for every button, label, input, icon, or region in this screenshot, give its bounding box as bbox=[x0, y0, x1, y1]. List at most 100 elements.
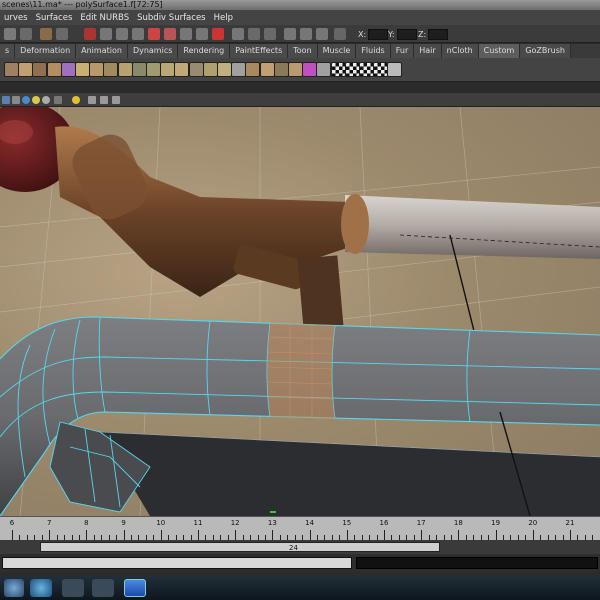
transform-icon[interactable] bbox=[334, 28, 346, 40]
shelf-tab-9[interactable]: Fur bbox=[390, 44, 415, 58]
start-icon[interactable] bbox=[4, 579, 24, 597]
ik-icon[interactable] bbox=[245, 62, 261, 77]
shelf-tab-6[interactable]: Toon bbox=[288, 44, 318, 58]
shelf-tab-1[interactable]: Deformation bbox=[15, 44, 77, 58]
shelf-tab-2[interactable]: Animation bbox=[76, 44, 128, 58]
checker-icon[interactable] bbox=[330, 62, 346, 77]
grid-toggle-icon[interactable] bbox=[112, 96, 120, 104]
camera-icon[interactable] bbox=[2, 96, 10, 104]
checker-icon[interactable] bbox=[359, 62, 374, 77]
default-light-icon[interactable] bbox=[42, 96, 50, 104]
frame-tick-label: 12 bbox=[230, 519, 240, 527]
flare-icon[interactable] bbox=[117, 62, 133, 77]
sine-icon[interactable] bbox=[131, 62, 147, 77]
menu-item-4[interactable]: Help bbox=[210, 13, 237, 23]
shelf-tab-7[interactable]: Muscle bbox=[317, 44, 357, 58]
shrink-icon[interactable] bbox=[202, 62, 218, 77]
cloth-icon[interactable] bbox=[316, 62, 332, 77]
shelf-tab-5[interactable]: PaintEffects bbox=[230, 44, 289, 58]
cluster-icon[interactable] bbox=[46, 62, 62, 77]
xray-icon[interactable] bbox=[88, 96, 96, 104]
paint-weights-icon[interactable] bbox=[273, 62, 289, 77]
ipr-icon[interactable] bbox=[248, 28, 260, 40]
snap-curve-icon[interactable] bbox=[180, 28, 192, 40]
wire-icon[interactable] bbox=[18, 62, 34, 77]
texture-icon[interactable] bbox=[72, 96, 80, 104]
cube-icon[interactable] bbox=[60, 62, 76, 77]
shelf-tabs: s Deformation Animation Dynamics Rendering Pa… bbox=[0, 44, 600, 58]
channel-box-icon[interactable] bbox=[316, 28, 328, 40]
y-label: Y: bbox=[388, 29, 395, 39]
checker-icon[interactable] bbox=[373, 62, 389, 77]
lights-icon[interactable] bbox=[32, 96, 40, 104]
snap-point-icon[interactable] bbox=[196, 28, 208, 40]
x-input[interactable] bbox=[368, 28, 389, 40]
hypershade-icon[interactable] bbox=[300, 28, 312, 40]
isolate-icon[interactable] bbox=[100, 96, 108, 104]
checker-icon[interactable] bbox=[344, 62, 360, 77]
plane-icon[interactable] bbox=[75, 62, 90, 77]
frame-tick-mark bbox=[160, 530, 162, 540]
menu-item-2[interactable]: Edit NURBS bbox=[76, 13, 133, 23]
object-icon[interactable] bbox=[116, 28, 128, 40]
dup-icon[interactable] bbox=[56, 28, 68, 40]
deform-icon[interactable] bbox=[4, 62, 19, 77]
shelf-tab-0[interactable]: s bbox=[0, 44, 16, 58]
shelf-tab-11[interactable]: nCloth bbox=[441, 44, 479, 58]
z-input[interactable] bbox=[428, 28, 449, 40]
lattice-icon[interactable] bbox=[32, 62, 48, 77]
component-icon[interactable] bbox=[132, 28, 144, 40]
render-settings-icon[interactable] bbox=[264, 28, 276, 40]
select-mode-icon[interactable] bbox=[4, 28, 16, 40]
time-slider[interactable]: 6 7 8 9 10 11 12 13 14 15 16 17 18 19 20 21 bbox=[0, 516, 600, 540]
menu-item-0[interactable]: urves bbox=[0, 13, 32, 23]
lock-icon[interactable] bbox=[164, 28, 176, 40]
shelf-tab-13[interactable]: GoZBrush bbox=[520, 44, 571, 58]
shelf-tab-12[interactable]: Custom bbox=[478, 44, 521, 58]
maya-app-icon[interactable] bbox=[62, 579, 84, 597]
frame-tick-mark bbox=[12, 530, 13, 540]
wave-icon[interactable] bbox=[160, 62, 176, 77]
frame-tick-mark bbox=[495, 530, 497, 540]
wireframe-icon[interactable] bbox=[12, 96, 20, 104]
hierarchy-icon[interactable] bbox=[100, 28, 112, 40]
shelf-tab-4[interactable]: Rendering bbox=[178, 44, 231, 58]
input-ops-icon[interactable] bbox=[284, 28, 296, 40]
active-window-icon[interactable] bbox=[124, 579, 146, 597]
sculpt-icon[interactable] bbox=[174, 62, 190, 77]
shelf-tab-8[interactable]: Fluids bbox=[356, 44, 391, 58]
file-manager-icon[interactable] bbox=[92, 579, 114, 597]
select-red-icon[interactable] bbox=[148, 28, 160, 40]
wrap-icon[interactable] bbox=[188, 62, 204, 77]
render-icon[interactable] bbox=[232, 28, 244, 40]
range-slider[interactable]: 24 bbox=[40, 542, 440, 552]
3d-viewport[interactable] bbox=[0, 107, 600, 516]
smooth-shade-icon[interactable] bbox=[22, 96, 30, 104]
command-line bbox=[0, 554, 600, 572]
magnet-icon[interactable] bbox=[212, 28, 224, 40]
shadows-icon[interactable] bbox=[54, 96, 62, 104]
command-result bbox=[356, 557, 598, 569]
frame-tick-mark bbox=[309, 530, 311, 540]
frame-tick-label: 15 bbox=[342, 519, 352, 527]
menu-item-3[interactable]: Subdiv Surfaces bbox=[133, 13, 209, 23]
twist-icon[interactable] bbox=[103, 62, 119, 77]
snap-grid-icon[interactable] bbox=[20, 28, 32, 40]
soft-mod-icon[interactable] bbox=[288, 62, 303, 77]
bone-icon[interactable] bbox=[231, 62, 247, 77]
skin-icon[interactable] bbox=[259, 62, 275, 77]
bend-icon[interactable] bbox=[89, 62, 105, 77]
shelf-tab-10[interactable]: Hair bbox=[414, 44, 442, 58]
triangle-icon[interactable] bbox=[302, 62, 318, 77]
blend-icon[interactable] bbox=[217, 62, 232, 77]
y-input[interactable] bbox=[396, 28, 417, 40]
history-icon[interactable] bbox=[40, 28, 52, 40]
shelf-tab-3[interactable]: Dynamics bbox=[127, 44, 179, 58]
squash-icon[interactable] bbox=[146, 62, 161, 77]
frame-tick-mark bbox=[346, 530, 348, 540]
select-icon[interactable] bbox=[387, 62, 403, 77]
menu-item-1[interactable]: Surfaces bbox=[32, 13, 77, 23]
browser-icon[interactable] bbox=[30, 579, 52, 597]
mel-command-input[interactable] bbox=[2, 557, 352, 569]
mask-icon[interactable] bbox=[84, 28, 96, 40]
